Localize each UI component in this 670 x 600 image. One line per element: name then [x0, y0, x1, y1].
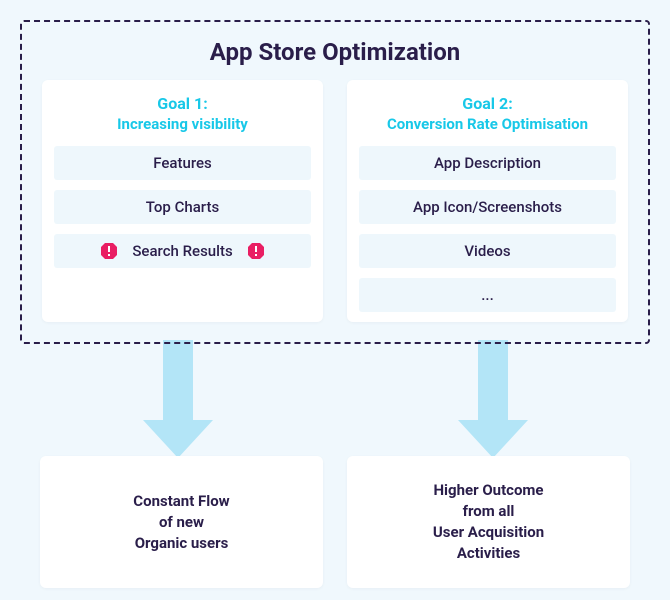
item-label: Search Results — [132, 242, 232, 260]
goal2-item-app-icon-screenshots: App Icon/Screenshots — [359, 190, 616, 224]
outcome1-text: Constant Flow of new Organic users — [133, 491, 229, 554]
item-label: App Icon/Screenshots — [413, 198, 562, 216]
alert-icon — [100, 242, 118, 260]
goal1-item-features: Features — [54, 146, 311, 180]
alert-icon — [247, 242, 265, 260]
outcomes-row: Constant Flow of new Organic users Highe… — [20, 456, 650, 588]
main-title: App Store Optimization — [42, 38, 628, 66]
goals-row: Goal 1: Increasing visibility Features T… — [42, 80, 628, 322]
goal2-sub: Conversion Rate Optimisation — [359, 115, 616, 135]
outcome-card-1: Constant Flow of new Organic users — [40, 456, 323, 588]
arrow-1 — [20, 340, 335, 460]
goal2-item-app-description: App Description — [359, 146, 616, 180]
item-label: Top Charts — [146, 198, 219, 216]
goal1-item-top-charts: Top Charts — [54, 190, 311, 224]
goal1-heading: Goal 1: Increasing visibility — [54, 94, 311, 134]
goal-card-1: Goal 1: Increasing visibility Features T… — [42, 80, 323, 322]
arrow-zone — [20, 340, 650, 460]
aso-container: App Store Optimization Goal 1: Increasin… — [20, 20, 650, 344]
goal2-item-videos: Videos — [359, 234, 616, 268]
goal1-label: Goal 1: — [157, 94, 207, 113]
goal1-item-search-results: Search Results — [54, 234, 311, 268]
arrow-2 — [335, 340, 650, 460]
item-label: App Description — [434, 154, 541, 172]
goal2-label: Goal 2: — [462, 94, 512, 113]
item-label: Videos — [464, 242, 510, 260]
outcome-card-2: Higher Outcome from all User Acquisition… — [347, 456, 630, 588]
goal2-item-more: ... — [359, 278, 616, 312]
goal-card-2: Goal 2: Conversion Rate Optimisation App… — [347, 80, 628, 322]
goal2-heading: Goal 2: Conversion Rate Optimisation — [359, 94, 616, 134]
outcome2-text: Higher Outcome from all User Acquisition… — [433, 480, 544, 564]
item-label: Features — [153, 154, 211, 172]
item-label: ... — [481, 286, 494, 304]
goal1-sub: Increasing visibility — [54, 115, 311, 135]
